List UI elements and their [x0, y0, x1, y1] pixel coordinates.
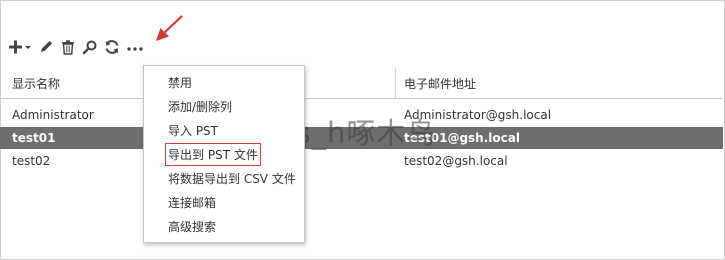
column-divider[interactable]	[395, 68, 396, 98]
column-header-display-name[interactable]: 显示名称	[12, 75, 60, 92]
row-email: test01@gsh.local	[404, 131, 520, 145]
menu-item-import-pst[interactable]: 导入 PST	[168, 122, 218, 139]
more-icon	[127, 47, 143, 51]
edit-button[interactable]	[38, 36, 54, 58]
refresh-icon	[105, 40, 119, 54]
menu-item-advanced-search[interactable]: 高级搜索	[168, 218, 216, 235]
table-row-selected[interactable]: test01 test01@gsh.local	[0, 127, 723, 149]
table-row[interactable]: test02 test02@gsh.local	[0, 150, 723, 172]
table-row[interactable]: Administrator Administrator@gsh.local	[0, 104, 723, 126]
menu-item-connect-mailbox[interactable]: 连接邮箱	[168, 194, 216, 211]
menu-item-export-to-csv[interactable]: 将数据导出到 CSV 文件	[168, 170, 296, 187]
menu-item-disable[interactable]: 禁用	[168, 74, 192, 91]
add-icon	[9, 40, 31, 54]
refresh-button[interactable]	[104, 36, 120, 58]
delete-icon	[62, 40, 74, 55]
row-display-name: test01	[12, 131, 56, 145]
search-icon	[82, 40, 97, 55]
edit-icon	[41, 41, 52, 52]
search-button[interactable]	[82, 36, 98, 58]
more-actions-menu: 禁用 添加/删除列 导入 PST 导出到 PST 文件 将数据导出到 CSV 文…	[143, 65, 305, 243]
row-display-name: test02	[12, 154, 51, 168]
menu-item-add-remove-columns[interactable]: 添加/删除列	[168, 98, 232, 115]
row-email: test02@gsh.local	[404, 154, 508, 168]
column-header: 显示名称 电子邮件地址	[0, 68, 723, 99]
menu-item-export-to-pst[interactable]: 导出到 PST 文件	[165, 143, 261, 166]
add-button[interactable]	[8, 36, 32, 58]
red-arrow-annotation	[156, 15, 183, 41]
delete-button[interactable]	[60, 36, 76, 58]
column-header-email[interactable]: 电子邮件地址	[404, 75, 476, 92]
toolbar	[8, 36, 150, 58]
more-button[interactable]	[126, 36, 144, 58]
row-display-name: Administrator	[12, 108, 94, 122]
row-email: Administrator@gsh.local	[404, 108, 552, 122]
